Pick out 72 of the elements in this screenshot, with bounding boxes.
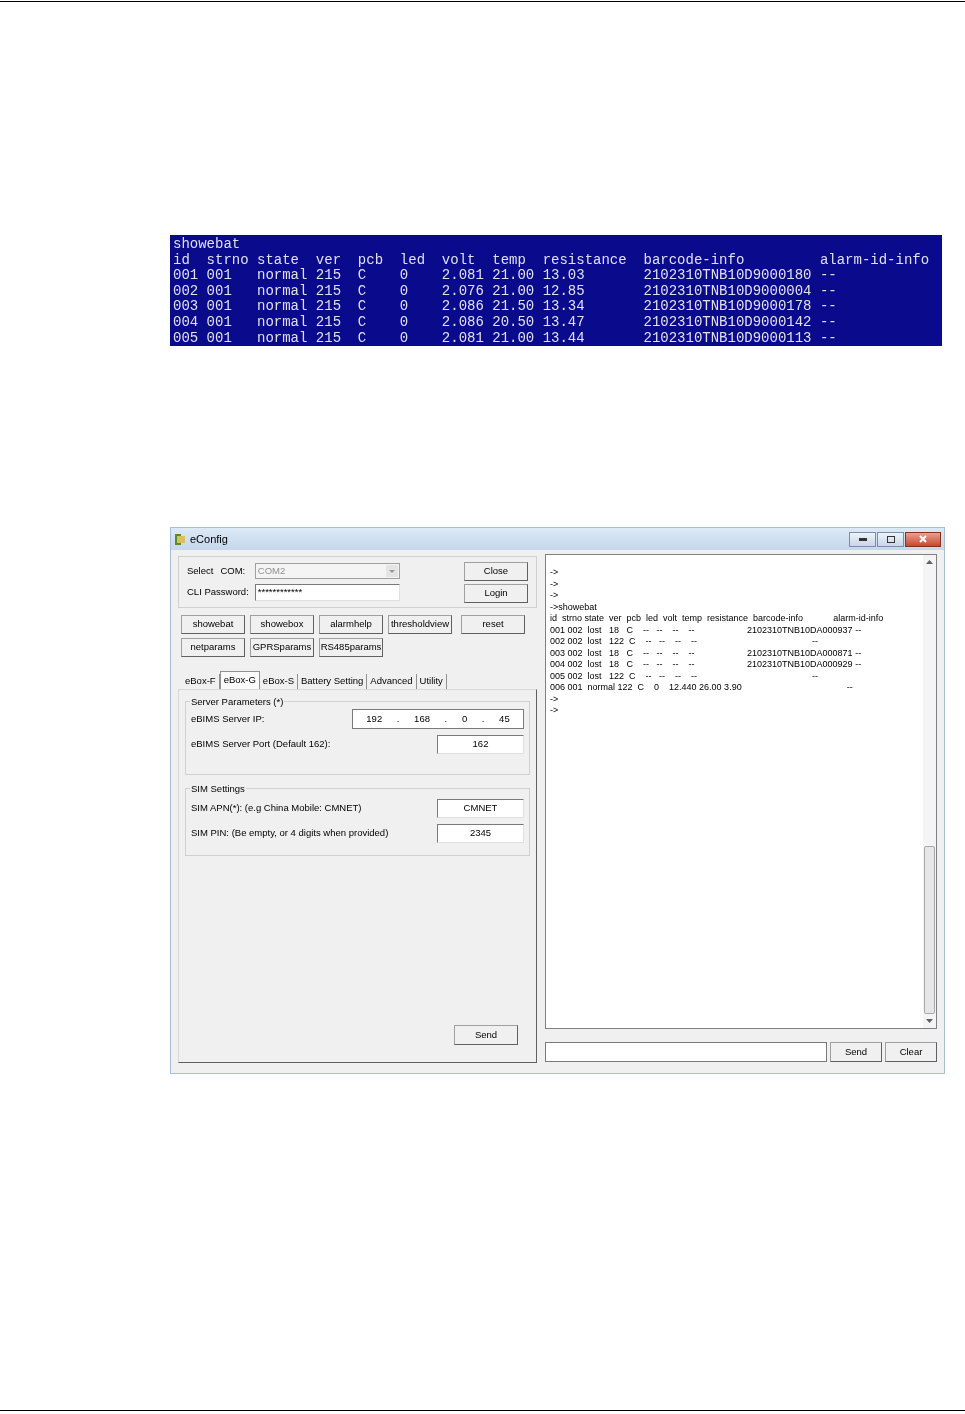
command-button[interactable]: thresholdview xyxy=(388,615,452,634)
ip-part: . xyxy=(481,711,485,726)
console-line: 003 002 lost 18 C -- -- -- -- 2102310TNB10DA000871 -- xyxy=(550,647,863,659)
command-button[interactable]: Send xyxy=(454,1025,518,1045)
maximize-button[interactable] xyxy=(877,531,904,547)
command-button[interactable]: showebat xyxy=(181,615,245,634)
command-button[interactable]: Clear xyxy=(885,1042,937,1062)
command-input[interactable] xyxy=(545,1042,827,1062)
console-line: -> xyxy=(550,590,560,602)
ip-part: 0 xyxy=(461,711,468,726)
ip-part: 192 xyxy=(366,711,383,726)
minimize-icon xyxy=(858,537,867,541)
ip-label: eBIMS Server IP: xyxy=(191,711,265,726)
terminal-line: id strno state ver pcb led volt temp resistance barcode-info alarm-id-info xyxy=(173,252,931,268)
apn-label: SIM APN(*): (e.g China Mobile: CMNET) xyxy=(191,801,362,816)
port-label: eBIMS Server Port (Default 162): xyxy=(191,737,331,752)
command-button[interactable]: netparams xyxy=(181,638,245,657)
group-title: Server Parameters (*) xyxy=(190,695,285,710)
command-button[interactable]: Send xyxy=(830,1042,882,1062)
tab[interactable]: Advanced xyxy=(367,674,417,689)
window-title: eConfig xyxy=(190,531,228,547)
select-label: Select xyxy=(187,564,214,579)
command-button[interactable]: Close xyxy=(464,561,528,581)
tab[interactable]: eBox-F xyxy=(182,674,220,689)
console-line: 001 002 lost 18 C -- -- -- -- 2102310TNB10DA000937 -- xyxy=(550,624,863,636)
ip-part: 168 xyxy=(414,711,430,726)
pin-field[interactable]: 2345 xyxy=(437,824,524,843)
tab[interactable]: Utility xyxy=(416,674,447,689)
ip-field[interactable]: 192 . 168 . 0 . 45 xyxy=(352,709,524,729)
console-line: -> xyxy=(550,693,560,705)
terminal-line: 002 001 normal 215 C 0 2.076 21.00 12.85 2102310TNB10D9000004 -- xyxy=(173,283,838,299)
minimize-button[interactable] xyxy=(849,531,876,547)
ip-part: . xyxy=(444,711,448,726)
console-line: 002 002 lost 122 C -- -- -- -- -- xyxy=(550,636,820,648)
pin-label: SIM PIN: (Be empty, or 4 digits when provided) xyxy=(191,826,389,841)
console-line: 006 001 normal 122 C 0 12.440 26.00 3.90 -- xyxy=(550,682,854,694)
command-button[interactable]: RS485params xyxy=(319,638,383,657)
maximize-icon xyxy=(886,535,895,543)
password-field[interactable]: ************ xyxy=(254,584,400,601)
port-field[interactable]: 162 xyxy=(437,735,524,754)
command-button[interactable]: reset xyxy=(461,615,525,634)
console-line: 005 002 lost 122 C -- -- -- -- -- xyxy=(550,670,820,682)
scroll-up-icon xyxy=(926,560,933,564)
password-label: CLI Password: xyxy=(187,585,249,600)
ip-part: . xyxy=(396,711,400,726)
scroll-down-icon xyxy=(926,1019,933,1023)
app-icon xyxy=(174,532,186,546)
console-line: ->showebat xyxy=(550,601,598,613)
tab[interactable]: eBox-S xyxy=(259,674,298,689)
console-line: id strno state ver pcb led volt temp resistance barcode-info alarm-id-info xyxy=(550,613,885,625)
terminal-line: 001 001 normal 215 C 0 2.081 21.00 13.03 2102310TNB10D9000180 -- xyxy=(173,268,838,284)
tab[interactable]: Battery Setting xyxy=(298,674,368,689)
com-label: COM: xyxy=(220,564,246,579)
terminal-line: showebat xyxy=(173,237,242,253)
tab[interactable]: eBox-G xyxy=(219,671,260,689)
command-button[interactable]: alarmhelp xyxy=(319,615,383,634)
terminal-line: 005 001 normal 215 C 0 2.081 21.00 13.44 2102310TNB10D9000113 -- xyxy=(173,330,838,346)
terminal-line: 004 001 normal 215 C 0 2.086 20.50 13.47 2102310TNB10D9000142 -- xyxy=(173,314,838,331)
command-button[interactable]: Login xyxy=(464,583,528,603)
scroll-thumb[interactable] xyxy=(924,846,935,1014)
ip-part: 45 xyxy=(499,711,510,726)
console-line: 004 002 lost 18 C -- -- -- -- 2102310TNB10DA000929 -- xyxy=(550,659,863,671)
console-line: -> xyxy=(550,705,560,717)
console-line: -> xyxy=(550,567,560,579)
console-line: -> xyxy=(550,578,560,590)
command-button[interactable]: GPRSparams xyxy=(250,638,314,657)
close-icon xyxy=(919,535,927,543)
terminal-line: 003 001 normal 215 C 0 2.086 21.50 13.34 2102310TNB10D9000178 -- xyxy=(173,299,838,315)
group-title: SIM Settings xyxy=(190,782,246,797)
apn-field[interactable]: CMNET xyxy=(437,799,524,818)
close-button[interactable] xyxy=(905,531,941,547)
command-button[interactable]: showebox xyxy=(250,615,314,634)
